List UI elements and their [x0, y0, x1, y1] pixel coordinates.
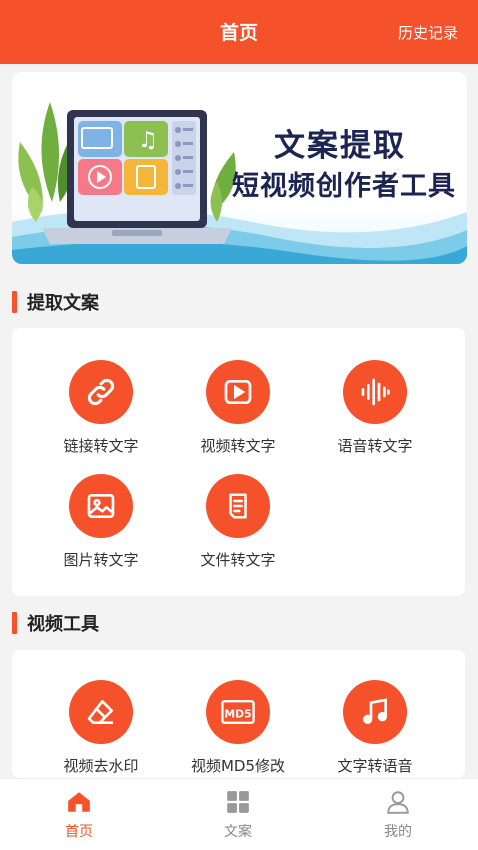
- section-header-video-tools: 视频工具: [12, 610, 99, 636]
- tool-label: 语音转文字: [337, 437, 413, 455]
- banner-subheadline: 短视频创作者工具: [232, 171, 456, 202]
- section-title: 提取文案: [27, 293, 99, 314]
- grid-icon: [188, 787, 288, 817]
- tool-audio-to-text[interactable]: 语音转文字: [315, 360, 435, 456]
- tool-file-to-text[interactable]: 文件转文字: [178, 474, 298, 570]
- tool-label: 链接转文字: [63, 437, 139, 455]
- tool-link-to-text[interactable]: 链接转文字: [41, 360, 161, 456]
- tool-image-to-text[interactable]: 图片转文字: [41, 474, 161, 570]
- image-icon: [69, 474, 133, 538]
- tool-video-to-text[interactable]: 视频转文字: [178, 360, 298, 456]
- video-play-icon: [206, 360, 270, 424]
- eraser-icon: [69, 680, 133, 744]
- section-accent-bar: [12, 612, 17, 634]
- tab-copywriting[interactable]: 文案: [188, 787, 288, 841]
- tool-md5-modify[interactable]: MD5 视频MD5修改: [178, 680, 298, 776]
- tool-label: 文件转文字: [200, 551, 276, 569]
- section-accent-bar: [12, 291, 17, 313]
- tool-label: 视频转文字: [200, 437, 276, 455]
- tab-label: 首页: [65, 824, 93, 840]
- history-link[interactable]: 历史记录: [398, 22, 458, 43]
- audio-wave-icon: [343, 360, 407, 424]
- tab-label: 我的: [384, 824, 412, 840]
- top-bar: 首页 历史记录: [0, 0, 478, 64]
- tool-label: 视频去水印: [63, 757, 139, 775]
- extract-tools-card: 链接转文字 视频转文字 语音转文字 图片转文字 文件转文字: [12, 328, 465, 596]
- tool-remove-watermark[interactable]: 视频去水印: [41, 680, 161, 776]
- tool-text-to-speech[interactable]: 文字转语音: [315, 680, 435, 776]
- tab-home[interactable]: 首页: [29, 787, 129, 841]
- svg-text:♫: ♫: [138, 128, 158, 153]
- home-icon: [29, 787, 129, 817]
- music-note-icon: [343, 680, 407, 744]
- tool-label: 文字转语音: [337, 757, 413, 775]
- banner-headline: 文案提取: [274, 128, 406, 164]
- video-tools-card: 视频去水印 MD5 视频MD5修改 文字转语音: [12, 650, 465, 778]
- tab-label: 文案: [224, 824, 252, 840]
- document-icon: [206, 474, 270, 538]
- tab-mine[interactable]: 我的: [348, 787, 448, 841]
- user-icon: [348, 787, 448, 817]
- banner[interactable]: ♫ 文案提取 短视频创作者工具: [12, 72, 467, 264]
- svg-text:MD5: MD5: [224, 707, 251, 720]
- link-icon: [69, 360, 133, 424]
- section-header-extract: 提取文案: [12, 289, 99, 315]
- tool-label: 视频MD5修改: [190, 757, 286, 775]
- md5-icon: MD5: [206, 680, 270, 744]
- tool-label: 图片转文字: [63, 551, 139, 569]
- section-title: 视频工具: [27, 614, 99, 635]
- bottom-tab-bar: 首页 文案 我的: [0, 778, 478, 850]
